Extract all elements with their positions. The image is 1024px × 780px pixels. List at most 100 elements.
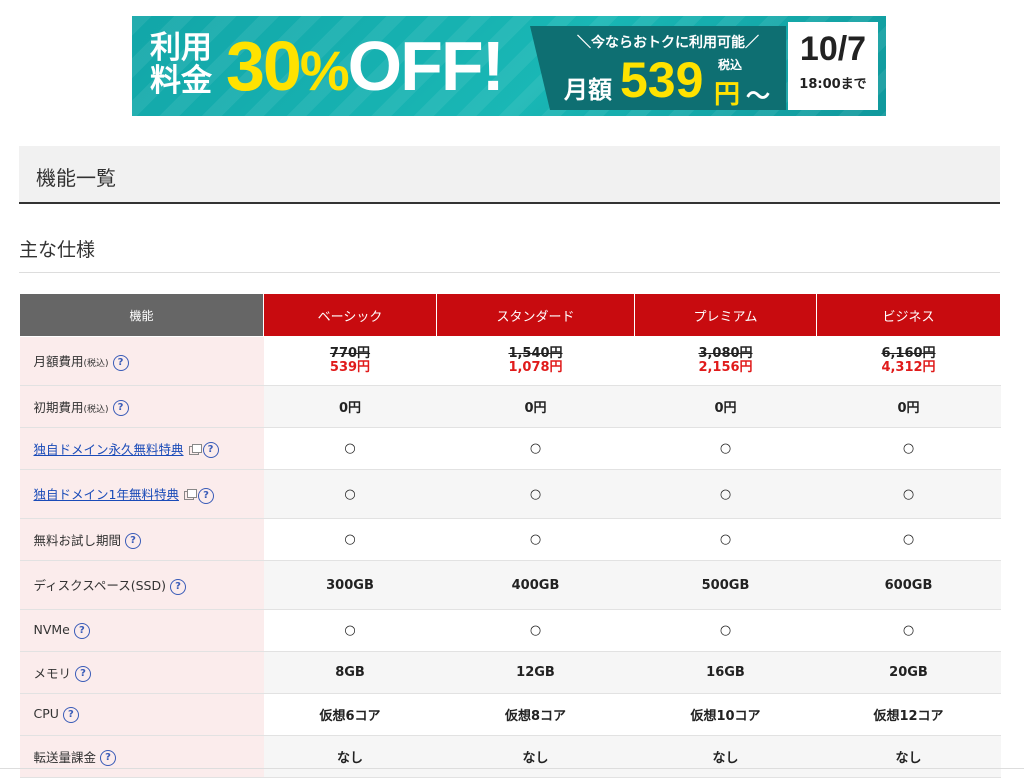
table-header-row: 機能 ベーシック スタンダード プレミアム ビジネス [19,293,1001,337]
help-icon[interactable]: ? [197,487,214,504]
page-bottom-divider [0,768,1024,769]
new-price: 539円 [329,360,371,375]
value-cell: なし [436,735,635,778]
new-price: 4,312円 [881,360,936,375]
table-row: メモリ? 8GB 12GB 16GB 20GB [19,651,1001,694]
value-cell: 12GB [436,651,635,694]
value-cell: 0円 [263,385,437,428]
table-row: 独自ドメイン永久無料特典? ○ ○ ○ ○ [19,427,1001,470]
header-plan-basic: ベーシック [263,293,437,337]
section-heading: 機能一覧 [19,146,1000,204]
value-cell: ○ [634,427,817,470]
old-price: 1,540円 [508,346,563,361]
new-price: 2,156円 [698,360,753,375]
table-row: ディスクスペース(SSD)? 300GB 400GB 500GB 600GB [19,560,1001,610]
help-icon[interactable]: ? [73,622,90,639]
banner-until: 18:00まで [799,77,867,92]
spec-table: 機能 ベーシック スタンダード プレミアム ビジネス 月額費用(税込)? 770… [19,293,1001,778]
value-cell: なし [263,735,437,778]
help-icon[interactable]: ? [112,400,129,417]
row-label: 無料お試し期間? [19,518,264,561]
value-cell: 0円 [436,385,635,428]
value-cell: ○ [816,518,1001,561]
banner-month-label: 月額 [564,76,612,104]
header-feature: 機能 [19,293,264,337]
value-cell: 0円 [634,385,817,428]
table-row: CPU? 仮想6コア 仮想8コア 仮想10コア 仮想12コア [19,693,1001,736]
row-label: 初期費用(税込)? [19,385,264,428]
external-link-icon [183,489,197,501]
value-cell: ○ [263,469,437,519]
row-label: ディスクスペース(SSD)? [19,560,264,610]
section-title: 機能一覧 [36,166,116,190]
row-label: CPU? [19,693,264,736]
value-cell: 20GB [816,651,1001,694]
value-cell: なし [816,735,1001,778]
value-cell: なし [634,735,817,778]
value-cell: 仮想8コア [436,693,635,736]
header-plan-premium: プレミアム [634,293,817,337]
banner-tilde: 〜 [746,82,770,110]
domain-one-year-link[interactable]: 独自ドメイン1年無料特典 [34,487,179,502]
value-cell: 仮想6コア [263,693,437,736]
table-row: 初期費用(税込)? 0円 0円 0円 0円 [19,385,1001,428]
banner-price-box: ＼今ならおトクに利用可能／ 月額 539 税込 円 〜 [530,26,786,110]
help-icon[interactable]: ? [112,354,129,371]
help-icon[interactable]: ? [125,533,142,550]
value-cell: ○ [634,609,817,652]
table-row: NVMe? ○ ○ ○ ○ [19,609,1001,652]
row-label: メモリ? [19,651,264,694]
row-label: NVMe? [19,609,264,652]
price-cell: 1,540円 1,078円 [436,336,635,386]
help-icon[interactable]: ? [170,578,186,595]
new-price: 1,078円 [508,360,563,375]
external-link-icon [188,443,202,455]
value-cell: ○ [436,518,635,561]
old-price: 3,080円 [698,346,753,361]
subsection-heading: 主な仕様 [19,231,1000,273]
banner-date: 10/7 [799,30,867,68]
table-row: 転送量課金? なし なし なし なし [19,735,1001,778]
value-cell: ○ [436,469,635,519]
value-cell: 仮想12コア [816,693,1001,736]
banner-discount: 30%OFF! [226,27,505,105]
price-cell: 6,160円 4,312円 [816,336,1001,386]
old-price: 770円 [329,346,371,361]
banner-tax-label: 税込 [718,58,743,72]
table-row: 独自ドメイン1年無料特典? ○ ○ ○ ○ [19,469,1001,519]
domain-permanent-link[interactable]: 独自ドメイン永久無料特典 [34,442,184,457]
help-icon[interactable]: ? [100,750,117,767]
banner-amount: 539 [620,52,704,108]
banner-slogan: ＼今ならおトクに利用可能／ [577,35,759,51]
value-cell: ○ [816,427,1001,470]
value-cell: ○ [263,518,437,561]
value-cell: 600GB [816,560,1001,610]
help-icon[interactable]: ? [62,706,79,723]
row-label: 月額費用(税込)? [19,336,264,386]
help-icon[interactable]: ? [202,442,219,459]
value-cell: 300GB [263,560,437,610]
value-cell: 400GB [436,560,635,610]
row-label: 転送量課金? [19,735,264,778]
value-cell: ○ [634,469,817,519]
value-cell: 8GB [263,651,437,694]
value-cell: ○ [436,609,635,652]
banner-deadline: 10/7 18:00まで [788,22,878,110]
value-cell: 500GB [634,560,817,610]
value-cell: ○ [816,469,1001,519]
header-plan-business: ビジネス [816,293,1001,337]
promo-banner[interactable]: 利用 料金 30%OFF! ＼今ならおトクに利用可能／ 月額 539 税込 円 〜… [132,16,886,116]
price-cell: 770円 539円 [263,336,437,386]
table-row: 無料お試し期間? ○ ○ ○ ○ [19,518,1001,561]
value-cell: ○ [436,427,635,470]
row-label: 独自ドメイン1年無料特典? [19,469,264,519]
value-cell: ○ [263,427,437,470]
value-cell: 0円 [816,385,1001,428]
price-cell: 3,080円 2,156円 [634,336,817,386]
banner-price-label: 利用 料金 [150,30,212,99]
old-price: 6,160円 [881,346,936,361]
help-icon[interactable]: ? [75,666,92,683]
row-label: 独自ドメイン永久無料特典? [19,427,264,470]
table-row: 月額費用(税込)? 770円 539円 1,540円 1,078円 3,080円 2,… [19,336,1001,386]
value-cell: ○ [816,609,1001,652]
